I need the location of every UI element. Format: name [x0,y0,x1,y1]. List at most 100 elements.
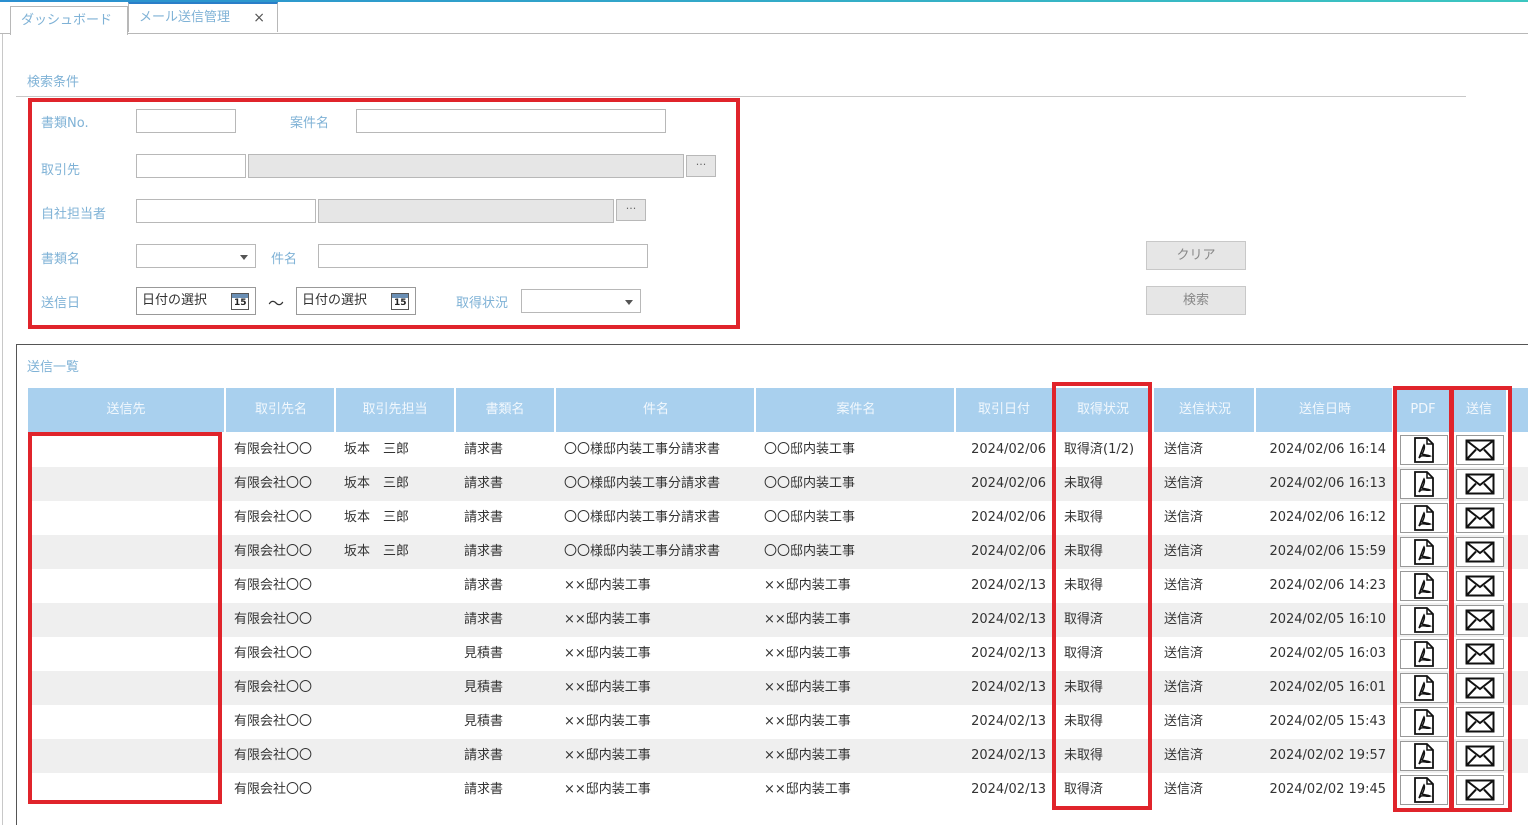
client-name-cell: 有限会社〇〇 [234,646,313,661]
tab-mail-send-management[interactable]: メール送信管理 × [128,2,278,32]
pdf-button[interactable] [1400,537,1448,567]
column-header-subject[interactable]: 件名 [558,388,756,432]
column-header-doc-name[interactable]: 書類名 [456,388,556,432]
doc-name-select[interactable] [136,244,256,268]
send-list-title: 送信一覧 [27,360,80,375]
acquired-select[interactable] [521,289,641,313]
send-mail-button[interactable] [1456,775,1504,805]
client-name-cell: 有限会社〇〇 [234,544,313,559]
send-mail-button[interactable] [1456,469,1504,499]
pdf-button[interactable] [1400,605,1448,635]
column-header-sent-at[interactable]: 送信日時 [1258,388,1394,432]
pdf-button[interactable] [1400,673,1448,703]
calendar-icon[interactable]: 15 [391,293,409,310]
pdf-button[interactable] [1400,571,1448,601]
tab-dashboard[interactable]: ダッシュボード [10,6,128,35]
pdf-button[interactable] [1400,707,1448,737]
subject-input[interactable] [318,244,648,268]
column-header-send-status[interactable]: 送信状況 [1156,388,1256,432]
column-header-recipient[interactable]: 送信先 [28,388,226,432]
table-row[interactable]: 有限会社〇〇 坂本 三郎 請求書 〇〇様邸内装工事分請求書 〇〇邸内装工事 2024/02… [28,501,1528,535]
client-code-input[interactable] [136,154,246,178]
send-mail-button[interactable] [1456,537,1504,567]
acquired-status-cell: 未取得 [1064,748,1104,763]
contact-cell: 坂本 三郎 [344,442,410,457]
table-row[interactable]: 有限会社〇〇 請求書 ××邸内装工事 ××邸内装工事 2024/02/13 未取得 送信済 2… [28,739,1528,773]
sent-at-cell: 2024/02/06 16:13 [1269,476,1386,491]
send-mail-button[interactable] [1456,605,1504,635]
date-to-picker[interactable]: 日付の選択 15 [296,287,416,315]
pdf-button[interactable] [1400,469,1448,499]
send-status-cell: 送信済 [1164,748,1204,763]
subject-cell: ××邸内装工事 [564,748,651,763]
pdf-button[interactable] [1400,775,1448,805]
send-status-cell: 送信済 [1164,646,1204,661]
send-status-cell: 送信済 [1164,442,1204,457]
sent-at-cell: 2024/02/02 19:57 [1269,748,1386,763]
clear-button[interactable]: クリア [1146,241,1246,270]
project-cell: 〇〇邸内装工事 [764,544,856,559]
pdf-button[interactable] [1400,639,1448,669]
column-header-project[interactable]: 案件名 [758,388,956,432]
column-header-client-contact[interactable]: 取引先担当 [336,388,456,432]
client-name-cell: 有限会社〇〇 [234,442,313,457]
send-mail-button[interactable] [1456,673,1504,703]
date-from-picker[interactable]: 日付の選択 15 [136,287,256,315]
client-name-cell: 有限会社〇〇 [234,510,313,525]
calendar-icon[interactable]: 15 [231,293,249,310]
table-row[interactable]: 有限会社〇〇 請求書 ××邸内装工事 ××邸内装工事 2024/02/13 未取得 送信済 2… [28,569,1528,603]
subject-cell: 〇〇様邸内装工事分請求書 [564,544,721,559]
pdf-button[interactable] [1400,503,1448,533]
client-browse-button[interactable]: ··· [686,155,716,177]
trade-date-cell: 2024/02/06 [971,510,1046,525]
acquired-status-cell: 取得済 [1064,612,1104,627]
client-name-display [248,154,684,178]
contact-cell: 坂本 三郎 [344,510,410,525]
subject-cell: ××邸内装工事 [564,578,651,593]
acquired-status-cell: 未取得 [1064,578,1104,593]
pdf-button[interactable] [1400,435,1448,465]
send-mail-button[interactable] [1456,741,1504,771]
sent-at-cell: 2024/02/06 16:14 [1269,442,1386,457]
send-mail-button[interactable] [1456,503,1504,533]
client-name-cell: 有限会社〇〇 [234,680,313,695]
column-header-trade-date[interactable]: 取引日付 [956,388,1054,432]
table-row[interactable]: 有限会社〇〇 請求書 ××邸内装工事 ××邸内装工事 2024/02/13 取得済 送信済 2… [28,603,1528,637]
table-row[interactable]: 有限会社〇〇 坂本 三郎 請求書 〇〇様邸内装工事分請求書 〇〇邸内装工事 2024/02… [28,467,1528,501]
table-row[interactable]: 有限会社〇〇 見積書 ××邸内装工事 ××邸内装工事 2024/02/13 未取得 送信済 2… [28,705,1528,739]
send-mail-button[interactable] [1456,639,1504,669]
subject-cell: ××邸内装工事 [564,714,651,729]
column-header-client-name[interactable]: 取引先名 [228,388,336,432]
doc-no-input[interactable] [136,109,236,133]
client-name-cell: 有限会社〇〇 [234,748,313,763]
send-mail-button[interactable] [1456,571,1504,601]
send-mail-button[interactable] [1456,707,1504,737]
column-header-acquired-status[interactable]: 取得状況 [1054,388,1154,432]
table-row[interactable]: 有限会社〇〇 見積書 ××邸内装工事 ××邸内装工事 2024/02/13 取得済 送信済 2… [28,637,1528,671]
doc-no-label: 書類No. [41,116,89,131]
table-row[interactable]: 有限会社〇〇 見積書 ××邸内装工事 ××邸内装工事 2024/02/13 未取得 送信済 2… [28,671,1528,705]
date-range-separator: 〜 [268,294,285,313]
column-header-send[interactable]: 送信 [1452,388,1508,432]
column-header-pdf[interactable]: PDF [1396,388,1452,432]
table-row[interactable]: 有限会社〇〇 請求書 ××邸内装工事 ××邸内装工事 2024/02/13 取得済 送信済 2… [28,773,1528,807]
project-cell: 〇〇邸内装工事 [764,476,856,491]
staff-browse-button[interactable]: ··· [616,199,646,221]
table-row[interactable]: 有限会社〇〇 坂本 三郎 請求書 〇〇様邸内装工事分請求書 〇〇邸内装工事 2024/02… [28,535,1528,569]
send-mail-button[interactable] [1456,435,1504,465]
subject-cell: 〇〇様邸内装工事分請求書 [564,510,721,525]
project-input[interactable] [356,109,666,133]
project-cell: ××邸内装工事 [764,714,851,729]
doc-name-cell: 請求書 [464,782,504,797]
close-icon[interactable]: × [253,4,265,32]
project-cell: ××邸内装工事 [764,646,851,661]
search-button[interactable]: 検索 [1146,286,1246,315]
pdf-button[interactable] [1400,741,1448,771]
client-label: 取引先 [41,163,81,178]
table-row[interactable]: 有限会社〇〇 坂本 三郎 請求書 〇〇様邸内装工事分請求書 〇〇邸内装工事 2024/02… [28,433,1528,467]
contact-cell: 坂本 三郎 [344,544,410,559]
trade-date-cell: 2024/02/06 [971,476,1046,491]
search-divider [16,96,1466,97]
staff-code-input[interactable] [136,199,316,223]
doc-name-cell: 請求書 [464,442,504,457]
